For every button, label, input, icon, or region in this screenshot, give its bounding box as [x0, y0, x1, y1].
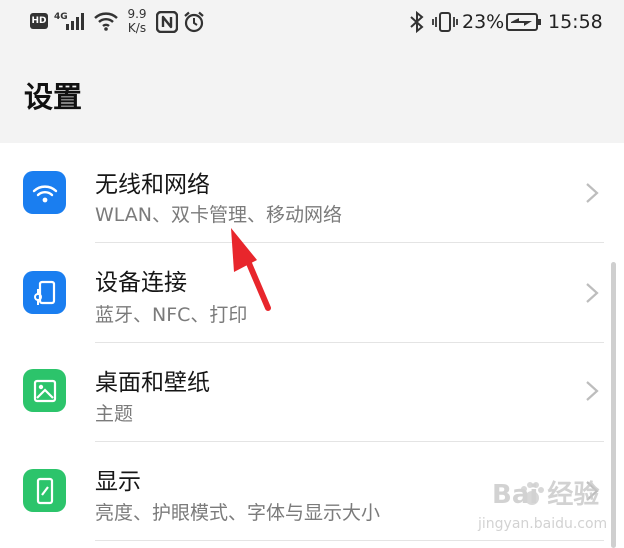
wifi-status-icon [94, 12, 118, 31]
chevron-right-icon [586, 183, 599, 203]
watermark-text: Bai 经验 [492, 480, 600, 510]
watermark: Bai 经验 jingyan.baidu.com [456, 474, 616, 544]
signal-type-label: 4G [54, 12, 68, 22]
status-bar: HD 4G 9.9 K/s 23% 15:58 [0, 0, 624, 46]
network-speed-value: 9.9 [127, 7, 147, 21]
chevron-right-icon [586, 283, 599, 303]
vibrate-icon [432, 12, 458, 32]
device-connection-icon [23, 271, 66, 314]
battery-charging-icon [506, 13, 541, 31]
cellular-signal-icon: 4G [54, 12, 84, 30]
wifi-icon [23, 171, 66, 214]
settings-item-subtitle: 蓝牙、NFC、打印 [95, 304, 248, 326]
settings-item-title: 桌面和壁纸 [95, 370, 210, 396]
chevron-right-icon [586, 381, 599, 401]
settings-item-subtitle: WLAN、双卡管理、移动网络 [95, 204, 343, 226]
display-icon [23, 469, 66, 512]
battery-percent: 23% [462, 11, 505, 33]
wallpaper-icon [23, 369, 66, 412]
settings-item-title: 显示 [95, 469, 141, 495]
network-speed-unit: K/s [127, 21, 147, 35]
watermark-url: jingyan.baidu.com [478, 516, 608, 532]
settings-item-subtitle: 主题 [95, 403, 134, 425]
settings-item-desktop-wallpaper[interactable]: 桌面和壁纸 主题 [0, 343, 624, 442]
settings-item-wireless-network[interactable]: 无线和网络 WLAN、双卡管理、移动网络 [0, 143, 624, 242]
page-title: 设置 [24, 80, 83, 114]
nfc-icon [156, 11, 178, 33]
clock-time: 15:58 [548, 11, 603, 33]
settings-item-title: 无线和网络 [95, 172, 210, 198]
hd-icon: HD [30, 13, 48, 29]
alarm-icon [184, 11, 204, 33]
settings-item-title: 设备连接 [95, 270, 187, 296]
network-speed: 9.9 K/s [124, 7, 150, 35]
settings-item-subtitle: 亮度、护眼模式、字体与显示大小 [95, 502, 381, 524]
settings-item-device-connection[interactable]: 设备连接 蓝牙、NFC、打印 [0, 243, 624, 342]
bluetooth-icon [410, 10, 424, 34]
